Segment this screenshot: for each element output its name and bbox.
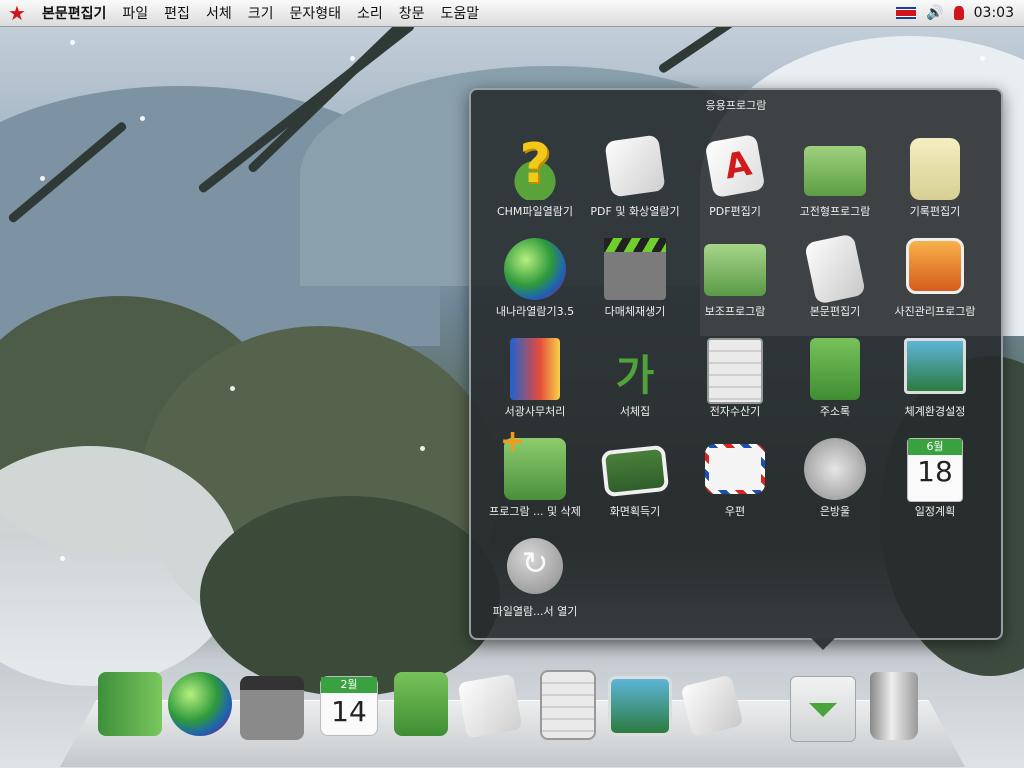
folder-icon — [804, 146, 866, 196]
app-naenara-browser[interactable]: 내나라열람기3.5 — [485, 230, 585, 320]
screenshot-icon — [600, 444, 670, 498]
app-office-suite[interactable]: 서광사무처리 — [485, 330, 585, 420]
film-clapper-icon — [604, 238, 666, 300]
app-label: 사진관리프로그람 — [894, 305, 976, 318]
app-system-settings[interactable]: 체계환경설정 — [885, 330, 985, 420]
menu-window[interactable]: 창문 — [393, 3, 435, 23]
dock-calculator-icon[interactable] — [540, 670, 596, 740]
pdf-editor-icon — [704, 133, 766, 199]
program-install-icon — [500, 424, 566, 500]
app-label: 서체집 — [619, 405, 651, 418]
dock-calendar-day: 14 — [331, 695, 367, 728]
office-suite-icon — [510, 338, 560, 400]
text-editor-icon — [804, 233, 866, 305]
dock-system-settings-icon[interactable] — [608, 676, 672, 736]
app-label: 프로그람 ... 및 삭제 — [489, 505, 581, 518]
calendar-month: 6월 — [908, 439, 962, 455]
menu-edit[interactable]: 편집 — [158, 3, 200, 23]
app-label: 고전형프로그람 — [799, 205, 871, 218]
photo-manager-icon — [906, 238, 964, 294]
calculator-icon — [707, 338, 763, 404]
tools-folder-icon — [704, 244, 766, 296]
app-font-collection[interactable]: 서체집 — [585, 330, 685, 420]
clock[interactable]: 03:03 — [974, 5, 1014, 21]
app-address-book[interactable]: 주소록 — [785, 330, 885, 420]
help-icon — [504, 132, 566, 200]
app-calculator[interactable]: 전자수산기 — [685, 330, 785, 420]
app-screenshot[interactable]: 화면획득기 — [585, 430, 685, 520]
mail-icon — [705, 444, 765, 494]
menu-help[interactable]: 도움말 — [435, 3, 490, 23]
app-label: 일정계획 — [914, 505, 956, 518]
dock-document-viewer-icon[interactable] — [457, 673, 523, 739]
app-pdf-image-viewer[interactable]: PDF 및 화상열람기 — [585, 130, 685, 220]
lantern-icon[interactable] — [953, 6, 964, 20]
menu-sound[interactable]: 소리 — [351, 3, 393, 23]
app-label: PDF편집기 — [709, 205, 761, 218]
open-with-icon — [507, 538, 563, 594]
app-text-editor[interactable]: 본문편집기 — [785, 230, 885, 320]
app-record-editor[interactable]: 기록편집기 — [885, 130, 985, 220]
app-label: 전자수산기 — [709, 405, 761, 418]
app-label: 우편 — [724, 505, 746, 518]
app-label: CHM파일열람기 — [496, 205, 574, 218]
app-label: 보조프로그람 — [704, 305, 766, 318]
launcher-title: 응용프로그람 — [705, 99, 767, 112]
calendar-day: 18 — [917, 455, 953, 488]
app-label: 은방울 — [819, 505, 851, 518]
globe-icon — [504, 238, 566, 300]
app-classic-programs[interactable]: 고전형프로그람 — [785, 130, 885, 220]
app-label: 본문편집기 — [809, 305, 861, 318]
app-chm-viewer[interactable]: CHM파일열람기 — [485, 130, 585, 220]
emblem-icon — [804, 438, 866, 500]
flag-icon[interactable] — [896, 7, 917, 19]
panel-pointer — [811, 638, 835, 650]
app-media-player[interactable]: 다매체재생기 — [585, 230, 685, 320]
app-program-install-remove[interactable]: 프로그람 ... 및 삭제 — [485, 424, 585, 520]
app-eunbangul[interactable]: 은방울 — [785, 430, 885, 520]
menu-size[interactable]: 크기 — [242, 3, 284, 23]
app-label: 화면획득기 — [609, 505, 661, 518]
dock-calendar-icon[interactable]: 2월 14 — [320, 676, 378, 736]
app-label: PDF 및 화상열람기 — [590, 205, 680, 218]
top-menu-bar: ★ 본문편집기 파일 편집 서체 크기 문자형태 소리 창문 도움말 🔊 03:… — [0, 0, 1024, 27]
font-icon — [604, 338, 666, 403]
dock-globe-icon[interactable] — [168, 672, 232, 736]
notepad-icon — [910, 138, 960, 200]
app-mail[interactable]: 우편 — [685, 430, 785, 520]
dock-film-clapper-icon[interactable] — [240, 676, 304, 740]
app-open-with[interactable]: 파일열람...서 열기 — [485, 530, 585, 620]
menu-app-name[interactable]: 본문편집기 — [36, 3, 116, 23]
app-pdf-editor[interactable]: PDF편집기 — [685, 130, 785, 220]
dock-calendar-month: 2월 — [321, 677, 377, 693]
app-label: 파일열람...서 열기 — [492, 605, 578, 618]
trash-icon[interactable] — [870, 672, 918, 740]
app-label: 기록편집기 — [909, 205, 961, 218]
calendar-icon: 6월 18 — [907, 438, 963, 502]
launcher-toggle-button[interactable] — [790, 676, 856, 742]
app-label: 주소록 — [819, 405, 851, 418]
address-book-icon — [810, 338, 860, 400]
app-label: 내나라열람기3.5 — [495, 305, 575, 318]
menu-text-style[interactable]: 문자형태 — [283, 3, 351, 23]
app-photo-manager[interactable]: 사진관리프로그람 — [885, 230, 985, 320]
system-settings-icon — [904, 338, 966, 394]
document-viewer-icon — [604, 134, 666, 198]
app-calendar[interactable]: 6월 18 일정계획 — [885, 430, 985, 520]
menu-font[interactable]: 서체 — [200, 3, 242, 23]
dock-address-book-icon[interactable] — [394, 672, 448, 736]
volume-icon[interactable]: 🔊 — [926, 5, 943, 21]
app-label: 체계환경설정 — [904, 405, 966, 418]
menu-file[interactable]: 파일 — [116, 3, 158, 23]
dock-office-suite-icon[interactable] — [98, 672, 162, 736]
app-label: 다매체재생기 — [604, 305, 666, 318]
red-star-icon[interactable]: ★ — [6, 1, 28, 25]
application-launcher-panel: 응용프로그람 CHM파일열람기 PDF 및 화상열람기 PDF편집기 고전형프로… — [469, 88, 1003, 650]
app-label: 서광사무처리 — [504, 405, 566, 418]
app-accessories[interactable]: 보조프로그람 — [685, 230, 785, 320]
